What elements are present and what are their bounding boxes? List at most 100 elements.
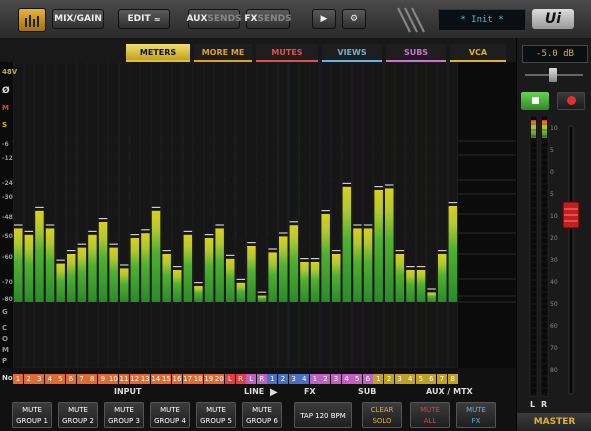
mix-gain-button[interactable]: MIX/GAIN xyxy=(52,9,104,29)
channel-number-input[interactable]: 16 xyxy=(172,374,182,384)
channel-strip-input[interactable] xyxy=(140,61,151,369)
channel-strip-input[interactable] xyxy=(98,61,109,369)
mute-fx-button[interactable]: MUTE FX xyxy=(456,402,496,428)
tab-meters[interactable]: METERS xyxy=(126,44,190,62)
channel-number-input[interactable]: 15 xyxy=(161,374,172,384)
channel-number-aux[interactable]: 3 xyxy=(394,374,405,384)
channel-strip-sub[interactable] xyxy=(310,61,321,369)
channel-number-sub[interactable]: 1 xyxy=(309,374,320,384)
master-mute-button[interactable] xyxy=(521,92,549,110)
tab-views[interactable]: VIEWS xyxy=(322,44,382,62)
mute-group-3-button[interactable]: MUTE GROUP 3 xyxy=(104,402,144,428)
channel-strip-input[interactable] xyxy=(214,61,225,369)
channel-strip-input[interactable] xyxy=(204,61,215,369)
channel-strip-fx[interactable] xyxy=(288,61,299,369)
channel-number-fx[interactable]: 2 xyxy=(278,374,288,384)
channel-number-input[interactable]: 6 xyxy=(66,374,76,384)
channel-strip-line[interactable] xyxy=(235,61,246,369)
mute-all-button[interactable]: MUTE ALL xyxy=(410,402,450,428)
channel-number-input[interactable]: 4 xyxy=(44,374,55,384)
tab-more-me[interactable]: MORE ME xyxy=(194,44,252,62)
channel-strip-fx[interactable] xyxy=(278,61,289,369)
mute-group-4-button[interactable]: MUTE GROUP 4 xyxy=(150,402,190,428)
channel-number-sub[interactable]: 6 xyxy=(362,374,373,384)
line-expand-icon[interactable]: ▶ xyxy=(270,387,278,398)
fx-sends-button[interactable]: FX SENDS xyxy=(244,9,292,29)
master-gain-display[interactable]: -5.0 dB xyxy=(522,45,588,63)
master-record-button[interactable] xyxy=(557,92,585,110)
channel-strip-aux[interactable] xyxy=(437,61,448,369)
channel-number-input[interactable]: 14 xyxy=(150,374,161,384)
channel-strip-line[interactable] xyxy=(225,61,236,369)
tap-tempo-button[interactable]: TAP 120 BPM xyxy=(294,402,352,428)
channel-strip-aux[interactable] xyxy=(394,61,405,369)
channel-strip-input[interactable] xyxy=(161,61,172,369)
channel-strip-sub[interactable] xyxy=(331,61,342,369)
channel-number-input[interactable]: 17 xyxy=(182,374,193,384)
channel-number-aux[interactable]: 4 xyxy=(405,374,416,384)
tab-subs[interactable]: SUBS xyxy=(386,44,446,62)
master-fader-track[interactable] xyxy=(568,125,574,395)
channel-number-aux[interactable]: 5 xyxy=(415,374,426,384)
channel-number-fx[interactable]: 1 xyxy=(267,374,278,384)
channel-number-sub[interactable]: 3 xyxy=(331,374,341,384)
channel-strip-input[interactable] xyxy=(182,61,193,369)
channel-strip-input[interactable] xyxy=(66,61,77,369)
channel-strip-input[interactable] xyxy=(13,61,24,369)
channel-strip-fx[interactable] xyxy=(267,61,278,369)
channel-strip-sub[interactable] xyxy=(363,61,374,369)
clear-solo-button[interactable]: CLEAR SOLO xyxy=(362,402,402,428)
channel-number-input[interactable]: 19 xyxy=(203,374,214,384)
channel-number-input[interactable]: 5 xyxy=(55,374,66,384)
channel-number-input[interactable]: 2 xyxy=(23,374,34,384)
mute-group-2-button[interactable]: MUTE GROUP 2 xyxy=(58,402,98,428)
ui-logo[interactable]: Ui xyxy=(532,9,574,29)
channel-number-sub[interactable]: 5 xyxy=(352,374,363,384)
channel-strip-aux[interactable] xyxy=(426,61,437,369)
channel-strip-aux[interactable] xyxy=(416,61,427,369)
channel-number-aux[interactable]: 7 xyxy=(437,374,447,384)
channel-strip-input[interactable] xyxy=(172,61,183,369)
channel-strip-line[interactable] xyxy=(257,61,268,369)
mute-group-1-button[interactable]: MUTE GROUP 1 xyxy=(12,402,52,428)
channel-number-input[interactable]: 13 xyxy=(140,374,151,384)
channel-number-line[interactable]: L xyxy=(246,374,257,384)
channel-strip-input[interactable] xyxy=(23,61,34,369)
aux-sends-button[interactable]: AUX SENDS xyxy=(186,9,242,29)
mute-group-5-button[interactable]: MUTE GROUP 5 xyxy=(196,402,236,428)
edit-button[interactable]: EDIT ≈ xyxy=(118,9,170,29)
channel-number-input[interactable]: 8 xyxy=(87,374,98,384)
master-pan-knob[interactable] xyxy=(549,68,557,82)
play-button[interactable]: ▶ xyxy=(312,9,336,29)
channel-number-input[interactable]: 18 xyxy=(193,374,204,384)
channel-strip-aux[interactable] xyxy=(405,61,416,369)
channel-strip-line[interactable] xyxy=(246,61,257,369)
channel-strip-input[interactable] xyxy=(119,61,130,369)
channel-strip-input[interactable] xyxy=(76,61,87,369)
channel-number-sub[interactable]: 2 xyxy=(320,374,331,384)
channel-strip-input[interactable] xyxy=(55,61,66,369)
channel-strip-input[interactable] xyxy=(45,61,56,369)
channel-number-line[interactable]: R xyxy=(256,374,267,384)
channel-number-aux[interactable]: 2 xyxy=(384,374,394,384)
tab-vca[interactable]: VCA xyxy=(450,44,506,62)
channel-number-aux[interactable]: 8 xyxy=(447,374,458,384)
channel-strip-input[interactable] xyxy=(129,61,140,369)
channel-number-aux[interactable]: 1 xyxy=(373,374,384,384)
channel-strip-fx[interactable] xyxy=(299,61,310,369)
channel-strip-input[interactable] xyxy=(87,61,98,369)
settings-button[interactable]: ⚙ xyxy=(342,9,366,29)
channel-number-input[interactable]: 1 xyxy=(13,374,23,384)
channel-number-input[interactable]: 11 xyxy=(119,374,129,384)
tab-mutes[interactable]: MUTES xyxy=(256,44,318,62)
channel-number-input[interactable]: 10 xyxy=(108,374,119,384)
channel-number-input[interactable]: 20 xyxy=(214,374,225,384)
channel-number-fx[interactable]: 3 xyxy=(288,374,299,384)
meters-view-button[interactable] xyxy=(18,8,46,32)
channel-strip-input[interactable] xyxy=(108,61,119,369)
mute-group-6-button[interactable]: MUTE GROUP 6 xyxy=(242,402,282,428)
channel-number-input[interactable]: 7 xyxy=(76,374,87,384)
channel-number-aux[interactable]: 6 xyxy=(426,374,437,384)
channel-number-input[interactable]: 9 xyxy=(97,374,108,384)
channel-number-sub[interactable]: 4 xyxy=(341,374,352,384)
